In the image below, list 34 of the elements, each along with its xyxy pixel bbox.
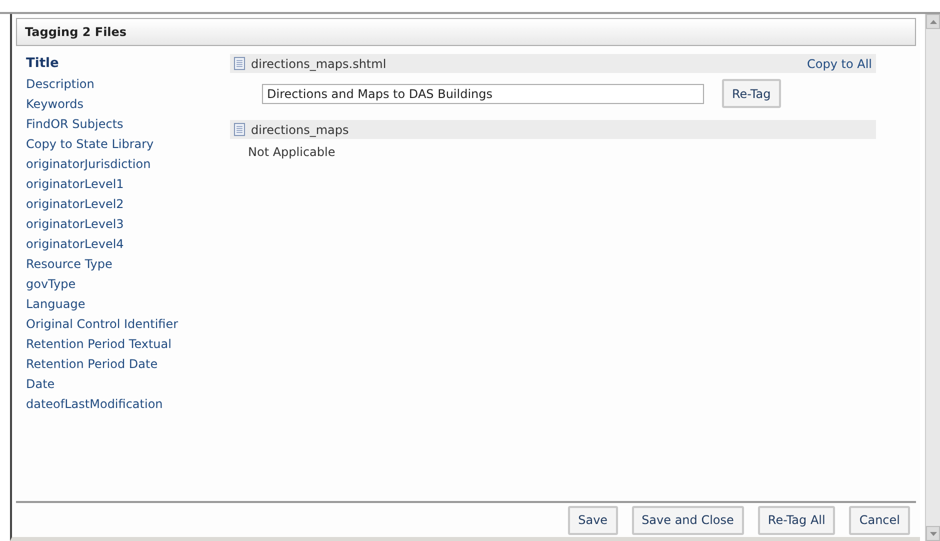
dialog-button[interactable]: Re-Tag All [758, 506, 836, 534]
field-link[interactable]: Date [26, 374, 55, 394]
dialog-button[interactable]: Save and Close [632, 506, 744, 534]
field-link[interactable]: Retention Period Textual [26, 334, 172, 354]
scroll-up-icon[interactable] [926, 14, 940, 29]
file-name: directions_maps.shtml [251, 56, 386, 72]
scroll-down-icon[interactable] [926, 526, 940, 541]
field-link[interactable]: Title [26, 54, 59, 74]
field-link[interactable]: originatorJurisdiction [26, 154, 151, 174]
field-link[interactable]: FindOR Subjects [26, 114, 124, 134]
document-icon [234, 123, 245, 136]
re-tag-button[interactable]: Re-Tag [722, 79, 781, 108]
not-applicable-text: Not Applicable [248, 145, 336, 159]
field-link[interactable]: Resource Type [26, 254, 112, 274]
field-link[interactable]: dateofLastModification [26, 394, 163, 414]
field-link[interactable]: Description [26, 74, 94, 94]
field-link[interactable]: originatorLevel4 [26, 234, 124, 254]
document-icon [234, 57, 245, 70]
dialog-button[interactable]: Cancel [849, 506, 910, 534]
copy-to-all-link[interactable]: Copy to All [807, 54, 872, 72]
field-link[interactable]: govType [26, 274, 76, 294]
field-link[interactable]: originatorLevel3 [26, 214, 124, 234]
file-name: directions_maps [251, 122, 349, 138]
title-input[interactable]: Directions and Maps to DAS Buildings [262, 84, 704, 104]
field-link[interactable]: Retention Period Date [26, 354, 158, 374]
field-link[interactable]: Keywords [26, 94, 84, 114]
field-link[interactable]: Original Control Identifier [26, 314, 178, 334]
field-link[interactable]: Copy to State Library [26, 134, 154, 154]
field-link[interactable]: Language [26, 294, 86, 314]
dialog-button[interactable]: Save [568, 506, 618, 534]
field-link[interactable]: originatorLevel1 [26, 174, 124, 194]
field-link[interactable]: originatorLevel2 [26, 194, 124, 214]
dialog-title: Tagging 2 Files [25, 24, 127, 41]
scrollbar[interactable] [925, 14, 940, 541]
